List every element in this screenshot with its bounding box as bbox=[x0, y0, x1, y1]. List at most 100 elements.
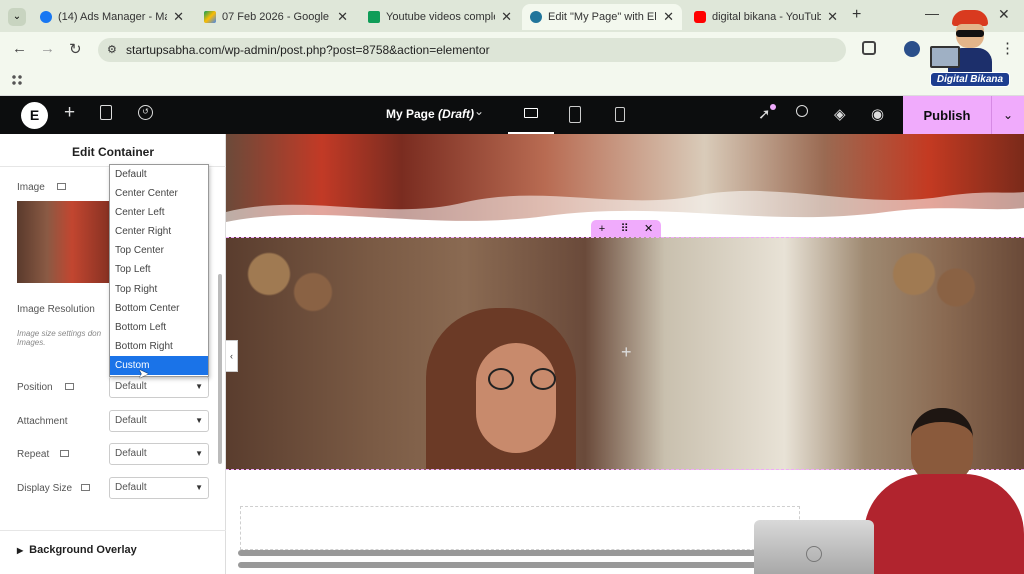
notification-dot bbox=[770, 104, 776, 110]
add-element-plus-icon[interactable]: + bbox=[621, 342, 632, 363]
presenter-video-overlay bbox=[746, 404, 1024, 574]
logo-laptop bbox=[930, 46, 960, 68]
hp-logo-icon bbox=[806, 546, 822, 562]
horizontal-scrollbar[interactable] bbox=[238, 550, 798, 556]
preview-eye-icon[interactable]: ◉ bbox=[871, 105, 884, 123]
delete-container-icon[interactable]: ✕ bbox=[644, 222, 653, 235]
caret-down-icon: ▼ bbox=[195, 449, 203, 458]
add-container-icon[interactable]: + bbox=[599, 223, 605, 235]
option-top-left[interactable]: Top Left bbox=[110, 260, 208, 279]
presenter-head bbox=[911, 408, 973, 484]
search-icon[interactable] bbox=[796, 105, 808, 117]
desktop-view-icon[interactable] bbox=[508, 96, 554, 134]
horizontal-scrollbar[interactable] bbox=[238, 562, 798, 568]
wordpress-icon bbox=[530, 11, 542, 23]
mobile-view-icon[interactable] bbox=[615, 107, 625, 122]
history-icon[interactable]: ↺ bbox=[138, 105, 153, 120]
responsive-desktop-icon[interactable] bbox=[81, 484, 90, 491]
option-center-center[interactable]: Center Center bbox=[110, 184, 208, 203]
new-tab-icon[interactable]: + bbox=[852, 6, 861, 24]
option-center-left[interactable]: Center Left bbox=[110, 203, 208, 222]
flowers-right bbox=[866, 238, 986, 328]
site-info-icon[interactable]: ⚙ bbox=[107, 38, 117, 62]
publish-button[interactable]: Publish bbox=[903, 96, 991, 134]
responsive-desktop-icon[interactable] bbox=[60, 450, 69, 457]
channel-logo: Digital Bikana bbox=[930, 8, 1010, 88]
add-element-icon[interactable]: + bbox=[64, 102, 75, 124]
panel-collapse-toggle[interactable]: ‹ bbox=[226, 340, 238, 372]
tab-youtube[interactable]: digital bikana - YouTube ✕ bbox=[686, 4, 846, 30]
tab-elementor-edit[interactable]: Edit "My Page" with Elem ✕ bbox=[522, 4, 682, 30]
tab-label: Edit "My Page" with Elem bbox=[548, 11, 657, 23]
position-label: Position bbox=[17, 382, 53, 393]
youtube-icon bbox=[694, 11, 706, 23]
reload-icon[interactable]: ↻ bbox=[69, 40, 82, 58]
page-title[interactable]: My Page (Draft) bbox=[386, 107, 474, 121]
apps-grid-icon[interactable] bbox=[11, 74, 23, 86]
logo-sunglasses bbox=[956, 30, 984, 37]
responsive-desktop-icon[interactable] bbox=[57, 183, 66, 190]
display-size-label: Display Size bbox=[17, 483, 73, 494]
close-icon[interactable]: ✕ bbox=[501, 9, 512, 25]
position-value: Default bbox=[115, 381, 147, 392]
back-arrow-icon[interactable]: ← bbox=[12, 40, 27, 57]
option-top-right[interactable]: Top Right bbox=[110, 280, 208, 299]
tab-list-dropdown-button[interactable]: ⌄ bbox=[8, 8, 26, 26]
layers-icon[interactable]: ◈ bbox=[834, 105, 846, 123]
tab-youtube-sheet[interactable]: Youtube videos complete ✕ bbox=[360, 4, 520, 30]
close-icon[interactable]: ✕ bbox=[173, 9, 184, 25]
glasses-left bbox=[488, 368, 514, 390]
page-settings-icon[interactable] bbox=[100, 105, 112, 120]
forward-arrow-icon[interactable]: → bbox=[40, 40, 55, 57]
image-note: Image size settings don Images. bbox=[17, 329, 101, 347]
publish-options-chevron-icon[interactable]: ⌄ bbox=[991, 96, 1024, 134]
url-text: startupsabha.com/wp-admin/post.php?post=… bbox=[126, 43, 490, 57]
close-icon[interactable]: ✕ bbox=[663, 9, 674, 25]
display-size-value: Default bbox=[115, 482, 147, 493]
woman-face bbox=[476, 343, 556, 453]
bookmarks-bar bbox=[0, 66, 1024, 96]
browser-tab-bar: ⌄ (14) Ads Manager - Mana ✕ 07 Feb 2026 … bbox=[0, 0, 1024, 32]
responsive-desktop-icon[interactable] bbox=[65, 383, 74, 390]
option-default[interactable]: Default bbox=[110, 165, 208, 184]
notifications-rocket-icon[interactable]: ➚ bbox=[758, 105, 771, 123]
option-bottom-right[interactable]: Bottom Right bbox=[110, 337, 208, 356]
background-overlay-section[interactable]: ▶ Background Overlay bbox=[17, 544, 137, 556]
position-dropdown-list[interactable]: Default Center Center Center Left Center… bbox=[109, 164, 209, 377]
profile-avatar-icon[interactable] bbox=[904, 41, 920, 57]
tablet-view-icon[interactable] bbox=[569, 106, 581, 123]
option-bottom-center[interactable]: Bottom Center bbox=[110, 299, 208, 318]
drag-handle-icon[interactable]: ⠿ bbox=[621, 222, 629, 235]
monitor-shape bbox=[524, 108, 538, 118]
close-icon[interactable]: ✕ bbox=[827, 9, 838, 25]
caret-down-icon: ▼ bbox=[195, 382, 203, 391]
attachment-select[interactable]: Default ▼ bbox=[109, 410, 209, 432]
close-icon[interactable]: ✕ bbox=[337, 9, 348, 25]
empty-drop-area[interactable] bbox=[240, 506, 800, 550]
caret-down-icon: ▼ bbox=[195, 483, 203, 492]
tab-ads-manager[interactable]: (14) Ads Manager - Mana ✕ bbox=[32, 4, 192, 30]
option-custom[interactable]: Custom bbox=[110, 355, 208, 376]
caret-right-icon: ▶ bbox=[17, 546, 24, 555]
caret-down-icon: ▼ bbox=[195, 416, 203, 425]
option-center-right[interactable]: Center Right bbox=[110, 222, 208, 241]
panel-title: Edit Container bbox=[71, 145, 154, 159]
repeat-value: Default bbox=[115, 448, 147, 459]
url-bar[interactable]: ⚙ startupsabha.com/wp-admin/post.php?pos… bbox=[98, 38, 846, 62]
background-overlay-label: Background Overlay bbox=[29, 544, 137, 556]
option-top-center[interactable]: Top Center bbox=[110, 241, 208, 260]
tab-google-drive[interactable]: 07 Feb 2026 - Google Dri ✕ bbox=[196, 4, 356, 30]
elementor-logo-icon[interactable]: E bbox=[21, 102, 48, 129]
container-handle[interactable]: + ⠿ ✕ bbox=[591, 220, 661, 237]
image-thumbnail[interactable] bbox=[17, 201, 117, 283]
repeat-select[interactable]: Default ▼ bbox=[109, 443, 209, 465]
option-bottom-left[interactable]: Bottom Left bbox=[110, 318, 208, 337]
extensions-icon[interactable] bbox=[862, 41, 876, 55]
page-status: (Draft) bbox=[438, 107, 475, 121]
panel-scrollbar[interactable] bbox=[218, 274, 222, 464]
google-sheets-icon bbox=[368, 11, 380, 23]
chevron-down-icon[interactable]: ⌄ bbox=[474, 104, 484, 118]
display-size-select[interactable]: Default ▼ bbox=[109, 477, 209, 499]
attachment-label: Attachment bbox=[17, 416, 68, 427]
position-select[interactable]: Default ▼ bbox=[109, 376, 209, 398]
